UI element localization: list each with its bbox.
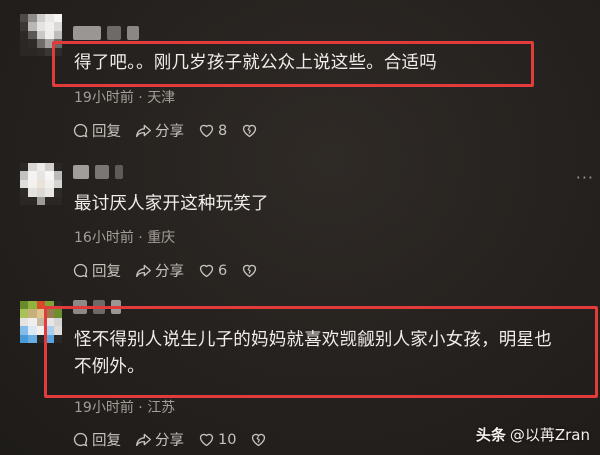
username-blurred[interactable]	[73, 165, 123, 179]
like-button[interactable]: 8	[198, 122, 227, 139]
like-count: 6	[218, 262, 228, 279]
comment-text: 最讨厌人家开这种玩笑了	[74, 194, 269, 214]
comment-meta: 19小时前 · 天津	[74, 90, 176, 106]
comment-icon	[73, 432, 88, 447]
avatar[interactable]	[20, 163, 62, 205]
comment-actions: 回复 分享 8	[72, 120, 258, 141]
dislike-button[interactable]	[241, 122, 258, 139]
comment-meta: 16小时前 · 重庆	[74, 230, 176, 246]
comment-actions: 回复 分享 10	[72, 429, 267, 450]
watermark-brand: 头条	[475, 426, 506, 444]
comment-icon	[73, 263, 88, 278]
share-button[interactable]: 分享	[135, 429, 184, 450]
comment-text: 得了吧。。刚几岁孩子就公众上说这些。合适吗	[74, 53, 437, 73]
watermark-handle: @以苒Zran	[509, 426, 590, 444]
broken-heart-icon	[252, 433, 266, 447]
like-count: 10	[218, 431, 237, 448]
comment-icon	[73, 123, 88, 138]
comment-time: 16小时前	[74, 230, 134, 246]
comment-actions: 回复 分享 6	[72, 260, 258, 281]
dislike-button[interactable]	[241, 262, 258, 279]
reply-button[interactable]: 回复	[72, 429, 121, 450]
reply-button[interactable]: 回复	[72, 120, 121, 141]
heart-icon	[199, 433, 214, 447]
watermark: 头条 @以苒Zran	[476, 424, 590, 445]
broken-heart-icon	[243, 124, 257, 138]
more-icon[interactable]: ···	[576, 168, 594, 187]
share-icon	[136, 124, 151, 138]
heart-icon	[199, 124, 214, 138]
dislike-button[interactable]	[250, 431, 267, 448]
comment-meta: 19小时前 · 江苏	[74, 400, 176, 416]
comment-location: 重庆	[147, 230, 176, 246]
share-icon	[136, 264, 151, 278]
comment-time: 19小时前	[74, 90, 134, 106]
comment-location: 江苏	[147, 400, 176, 416]
like-button[interactable]: 10	[198, 431, 236, 448]
comment-time: 19小时前	[74, 400, 134, 416]
comment-location: 天津	[147, 90, 176, 106]
broken-heart-icon	[243, 264, 257, 278]
share-button[interactable]: 分享	[135, 260, 184, 281]
username-blurred[interactable]	[73, 26, 139, 40]
share-icon	[136, 433, 151, 447]
comment-text: 怪不得别人说生儿子的妈妈就喜欢觊觎别人家小女孩，明星也 不例外。	[74, 330, 552, 377]
share-button[interactable]: 分享	[135, 120, 184, 141]
like-button[interactable]: 6	[198, 262, 227, 279]
like-count: 8	[218, 122, 228, 139]
reply-button[interactable]: 回复	[72, 260, 121, 281]
heart-icon	[199, 264, 214, 278]
